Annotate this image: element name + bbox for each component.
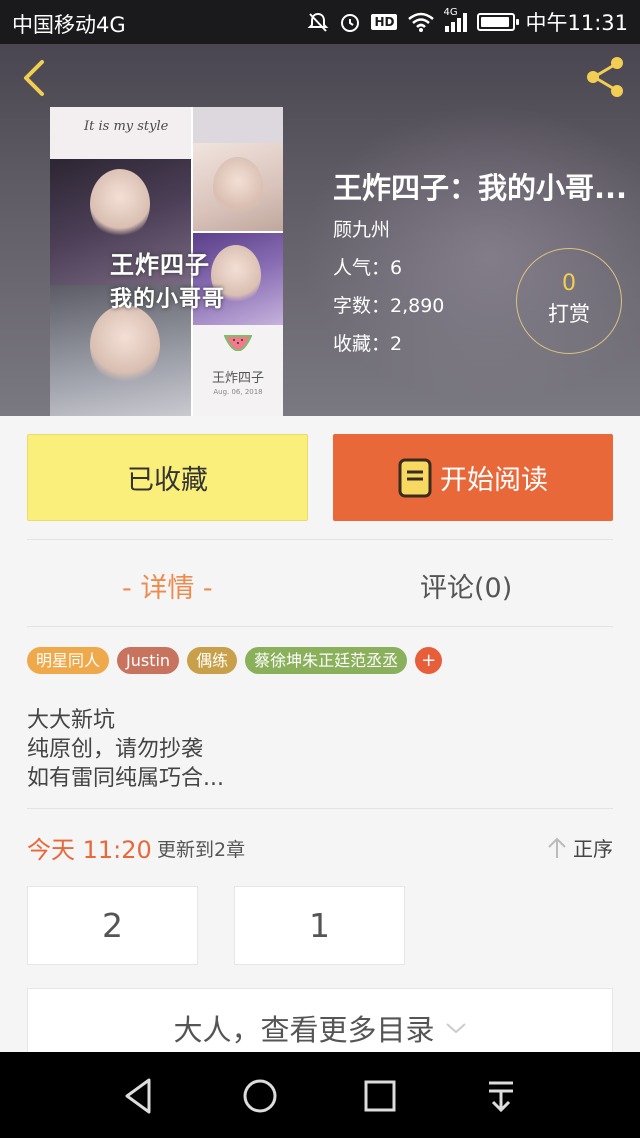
- tip-button[interactable]: 0 打赏: [516, 248, 622, 354]
- book-cover[interactable]: It is my style 王炸四子 Aug. 06, 2018 王炸四子 我…: [50, 107, 283, 416]
- description-line: 纯原创，请勿抄袭: [27, 737, 204, 762]
- sort-order-label: 正序: [573, 837, 613, 861]
- update-time: 今天 11:20: [27, 836, 152, 864]
- word-count-stat: 字数：2,890: [333, 295, 445, 317]
- cover-panel-flowers: [193, 107, 283, 143]
- start-reading-label: 开始阅读: [440, 465, 548, 496]
- square-recents-icon[interactable]: [358, 1074, 402, 1118]
- book-title: 王炸四子：我的小哥...: [333, 171, 628, 205]
- book-header: It is my style 王炸四子 Aug. 06, 2018 王炸四子 我…: [0, 44, 640, 416]
- cover-title-line2: 我的小哥哥: [110, 287, 226, 312]
- chapter-item[interactable]: 2: [27, 886, 198, 965]
- divider: [27, 808, 613, 809]
- cover-panel-portrait-3: [193, 143, 283, 231]
- cover-panel-tagline: It is my style: [50, 107, 191, 159]
- status-bar: 中国移动4G HD 4G 中午11:31: [0, 0, 640, 44]
- chevron-down-icon: [445, 1023, 466, 1034]
- clock-label: 中午11:31: [525, 11, 628, 35]
- carrier-label: 中国移动4G: [12, 13, 126, 37]
- start-reading-button[interactable]: 开始阅读: [333, 434, 613, 521]
- tab-details[interactable]: - 详情 -: [122, 566, 213, 605]
- cover-date: Aug. 06, 2018: [213, 388, 263, 396]
- tab-comments[interactable]: 评论(0): [420, 566, 512, 605]
- status-icons: HD 4G 中午11:31: [307, 6, 628, 38]
- share-icon[interactable]: [582, 54, 628, 100]
- tag-item[interactable]: Justin: [117, 647, 180, 674]
- wifi-icon: [408, 12, 435, 32]
- tag-item[interactable]: 偶练: [187, 647, 238, 674]
- divider: [27, 626, 613, 627]
- description-line: 如有雷同纯属巧合...: [27, 766, 224, 791]
- chapter-item[interactable]: 1: [234, 886, 405, 965]
- watermelon-icon: [224, 335, 252, 351]
- battery-icon: [477, 13, 520, 31]
- book-icon: [398, 458, 432, 497]
- circle-home-icon[interactable]: [238, 1074, 282, 1118]
- book-author[interactable]: 顾九州: [333, 215, 390, 242]
- system-navigation-bar: [0, 1052, 640, 1138]
- tag-item[interactable]: 明星同人: [27, 647, 110, 674]
- tip-count: 0: [562, 271, 576, 296]
- cover-panel-label: 王炸四子 Aug. 06, 2018: [193, 325, 283, 416]
- arrow-up-icon: [548, 837, 566, 858]
- favorited-button[interactable]: 已收藏: [27, 434, 308, 521]
- popularity-stat: 人气：6: [333, 257, 403, 279]
- tag-list: 明星同人 Justin 偶练 蔡徐坤朱正廷范丞丞 +: [27, 647, 443, 674]
- add-tag-button[interactable]: +: [415, 647, 443, 674]
- pulldown-icon[interactable]: [479, 1074, 523, 1118]
- sort-order-button[interactable]: 正序: [547, 833, 613, 862]
- hd-badge: HD: [371, 14, 398, 30]
- book-description[interactable]: 大大新坑 纯原创，请勿抄袭 如有雷同纯属巧合...: [27, 706, 224, 793]
- update-info: 今天 11:20 更新到2章 正序: [27, 830, 613, 866]
- app-screen: { "status_bar": { "carrier": "中国移动4G", "…: [0, 0, 640, 1138]
- cover-label: 王炸四子: [211, 371, 264, 386]
- update-text: 更新到2章: [157, 839, 246, 861]
- cover-title-line1: 王炸四子: [110, 251, 210, 279]
- alarm-icon: [341, 14, 360, 32]
- description-line: 大大新坑: [27, 708, 116, 733]
- favorites-stat: 收藏：2: [333, 333, 403, 355]
- favorited-label: 已收藏: [127, 465, 208, 496]
- signal-icon: 4G: [443, 7, 468, 32]
- more-toc-label: 大人，查看更多目录: [173, 1013, 435, 1047]
- mute-icon: [308, 12, 329, 32]
- tag-item[interactable]: 蔡徐坤朱正廷范丞丞: [245, 647, 408, 674]
- triangle-back-icon[interactable]: [117, 1074, 161, 1118]
- chevron-left-icon[interactable]: [16, 58, 56, 98]
- divider: [27, 539, 613, 540]
- book-detail-content: 已收藏 开始阅读 - 详情 - 评论(0) 明星同人 Justin 偶练 蔡徐坤…: [0, 416, 640, 1068]
- network-type-label: 4G: [443, 7, 458, 18]
- tip-label: 打赏: [548, 302, 590, 326]
- cover-tagline: It is my style: [84, 119, 169, 134]
